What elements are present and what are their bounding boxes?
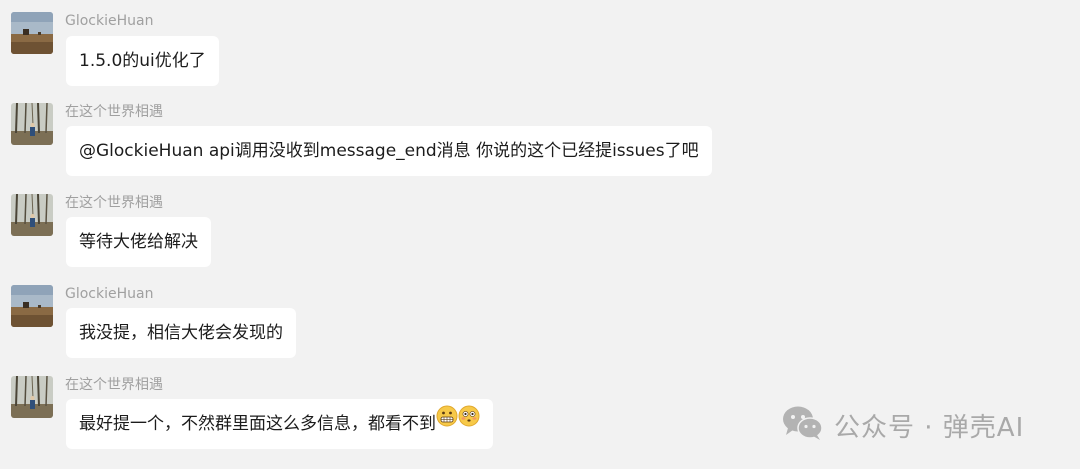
message-text: 等待大佬给解决: [79, 232, 198, 252]
message-text: @GlockieHuan api调用没收到message_end消息 你说的这个…: [79, 141, 699, 161]
watermark-text: 公众号 · 弹壳AI: [834, 412, 1025, 443]
grimacing-emoji: [436, 397, 458, 447]
avatar[interactable]: [11, 103, 53, 145]
avatar[interactable]: [11, 376, 53, 418]
avatar[interactable]: [11, 194, 53, 236]
sender-name: 在这个世界相遇: [65, 104, 163, 120]
message-bubble[interactable]: 等待大佬给解决: [66, 217, 211, 267]
sender-name: GlockieHuan: [65, 13, 154, 29]
message-bubble[interactable]: @GlockieHuan api调用没收到message_end消息 你说的这个…: [66, 126, 712, 176]
watermark: 公众号 · 弹壳AI: [782, 404, 1024, 446]
message-text: 我没提，相信大佬会发现的: [79, 323, 283, 343]
sender-name: GlockieHuan: [65, 286, 154, 302]
avatar[interactable]: [11, 12, 53, 54]
message-bubble[interactable]: 最好提一个，不然群里面这么多信息，都看不到: [66, 399, 493, 449]
avatar[interactable]: [11, 285, 53, 327]
message-bubble[interactable]: 1.5.0的ui优化了: [66, 36, 219, 86]
message-text: 1.5.0的ui优化了: [79, 51, 206, 71]
flushed-emoji: [458, 397, 480, 447]
message-bubble[interactable]: 我没提，相信大佬会发现的: [66, 308, 296, 358]
message-text: 最好提一个，不然群里面这么多信息，都看不到: [79, 414, 436, 434]
sender-name: 在这个世界相遇: [65, 377, 163, 393]
wechat-icon: [782, 405, 824, 445]
sender-name: 在这个世界相遇: [65, 195, 163, 211]
